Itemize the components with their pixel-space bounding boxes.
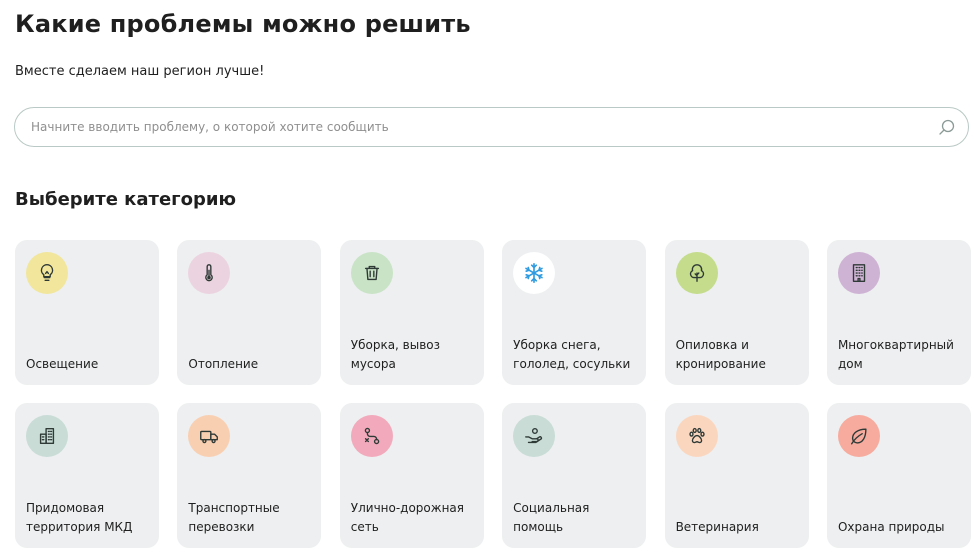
- snowflake-icon: [513, 252, 556, 294]
- leaf-icon: [837, 415, 880, 457]
- category-card-heating[interactable]: Отопление: [177, 240, 322, 385]
- truck-icon: [188, 415, 231, 457]
- category-card-yard-territory[interactable]: Придомовая территория МКД: [15, 403, 159, 548]
- category-label: Ветеринария: [675, 519, 759, 534]
- buildings-icon: [26, 415, 68, 457]
- category-card-veterinary[interactable]: Ветеринария: [664, 403, 809, 548]
- category-label: Опиловка и кронирование: [675, 338, 766, 371]
- hand-help-icon: [513, 415, 556, 457]
- category-label: Социальная помощь: [513, 501, 590, 534]
- category-label: Придомовая территория МКД: [26, 501, 133, 534]
- category-label: Отопление: [188, 356, 259, 371]
- category-card-lighting[interactable]: Освещение: [15, 240, 159, 385]
- page-subtitle: Вместе сделаем наш регион лучше!: [15, 64, 265, 79]
- category-label: Уборка снега, гололед, сосульки: [513, 338, 631, 371]
- paw-icon: [675, 415, 718, 457]
- search-input[interactable]: [31, 108, 931, 146]
- categories-title: Выберите категорию: [15, 189, 236, 210]
- category-label: Охрана природы: [837, 519, 945, 534]
- categories-grid: Освещение Отопление Уборка, вывоз мусора…: [15, 240, 971, 548]
- category-card-tree-pruning[interactable]: Опиловка и кронирование: [664, 240, 809, 385]
- trash-bin-icon: [350, 252, 393, 294]
- category-label: Транспортные перевозки: [188, 501, 280, 534]
- page: Какие проблемы можно решить Вместе сдела…: [0, 0, 974, 555]
- category-card-social-help[interactable]: Социальная помощь: [502, 403, 647, 548]
- category-card-garbage[interactable]: Уборка, вывоз мусора: [339, 240, 484, 385]
- page-title: Какие проблемы можно решить: [15, 10, 471, 38]
- category-label: Многоквартирный дом: [837, 338, 954, 371]
- tree-icon: [675, 252, 718, 294]
- lightbulb-icon: [26, 252, 68, 294]
- category-label: Уборка, вывоз мусора: [350, 338, 441, 371]
- category-card-transport[interactable]: Транспортные перевозки: [177, 403, 322, 548]
- thermometer-icon: [188, 252, 231, 294]
- category-label: Освещение: [26, 356, 99, 371]
- search-bar[interactable]: [14, 107, 969, 147]
- route-icon: [350, 415, 393, 457]
- category-card-apartment-building[interactable]: Многоквартирный дом: [826, 240, 971, 385]
- search-icon[interactable]: [938, 118, 956, 136]
- category-card-snow[interactable]: Уборка снега, гололед, сосульки: [502, 240, 647, 385]
- category-label: Улично-дорожная сеть: [350, 501, 464, 534]
- category-card-road-network[interactable]: Улично-дорожная сеть: [339, 403, 484, 548]
- category-card-nature-protection[interactable]: Охрана природы: [826, 403, 971, 548]
- apartment-building-icon: [837, 252, 880, 294]
